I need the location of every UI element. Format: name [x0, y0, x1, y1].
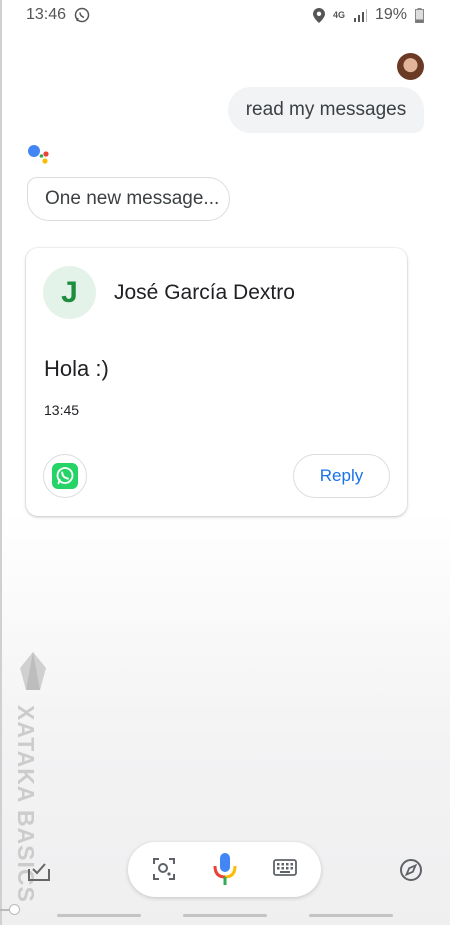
reply-button[interactable]: Reply	[293, 454, 390, 498]
whatsapp-app-button[interactable]	[43, 454, 87, 498]
nav-recents[interactable]	[57, 914, 141, 917]
message-text: Hola :)	[44, 356, 109, 381]
status-bar: 13:46 4G 19%	[0, 0, 450, 30]
left-edge-line	[0, 0, 2, 925]
message-card: J José García Dextro Hola :) 13:45 Reply	[26, 248, 407, 516]
explore-compass-icon[interactable]	[399, 858, 423, 882]
assistant-reply-bubble: One new message...	[27, 177, 230, 221]
google-assistant-icon	[28, 145, 49, 164]
input-pill	[128, 842, 321, 897]
status-time: 13:46	[26, 6, 67, 23]
nav-home[interactable]	[183, 914, 267, 917]
lens-icon[interactable]	[151, 856, 177, 882]
user-query-bubble: read my messages	[228, 87, 424, 133]
assistant-bottom-bar	[0, 830, 450, 925]
snapshot-icon[interactable]	[27, 860, 51, 882]
xataka-logo	[20, 652, 46, 690]
assistant-reply-text: One new message...	[45, 188, 220, 209]
battery-icon	[415, 7, 424, 23]
whatsapp-icon	[52, 463, 78, 489]
user-query-text: read my messages	[245, 99, 407, 120]
user-avatar[interactable]	[397, 53, 424, 80]
location-icon	[312, 7, 325, 23]
message-time: 13:45	[44, 402, 80, 418]
contact-name: José García Dextro	[114, 281, 295, 304]
keyboard-icon[interactable]	[273, 858, 297, 878]
whatsapp-status-icon	[74, 7, 90, 23]
battery-percent: 19%	[374, 6, 407, 23]
microphone-icon[interactable]	[212, 852, 238, 886]
contact-avatar: J	[43, 266, 96, 319]
contact-initial: J	[61, 275, 78, 309]
network-type: 4G	[332, 9, 345, 20]
nav-back[interactable]	[309, 914, 393, 917]
signal-icon	[353, 9, 367, 22]
